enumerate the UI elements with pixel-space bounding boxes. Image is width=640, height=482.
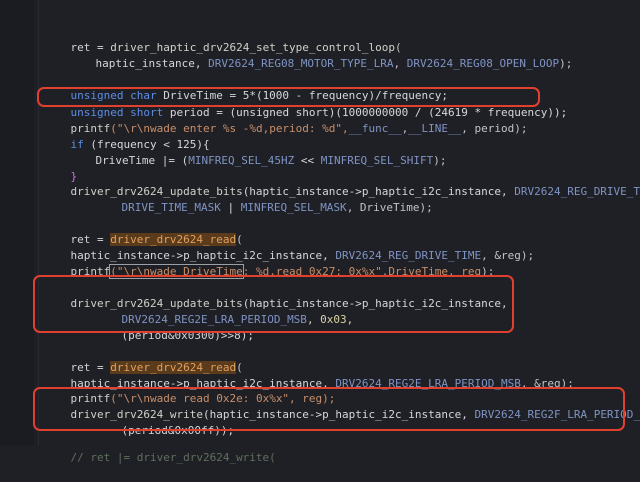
macro-constant: MINFREQ_SEL_MASK xyxy=(240,201,347,214)
string-literal: ("\r\nwade DriveTime xyxy=(109,264,244,279)
macro-constant: MINFREQ_SEL_45HZ xyxy=(188,154,295,167)
code-line-19[interactable]: printf("\r\nwade read 0x2e: 0x%x", reg); xyxy=(44,375,336,405)
number-literal: , 0x03, xyxy=(306,313,354,326)
macro-constant: DRIVE_TIME_MASK xyxy=(121,201,221,214)
token: DriveTime xyxy=(95,154,162,167)
code-line-17[interactable]: ret = driver_drv2624_read( xyxy=(44,344,243,374)
macro-constant: DRV2624_REG2F_LRA_PERIOD_LSB xyxy=(474,408,640,421)
indent-guide xyxy=(38,0,39,445)
token: haptic_instance, xyxy=(95,57,209,70)
code-line-9[interactable]: driver_drv2624_update_bits(haptic_instan… xyxy=(44,168,640,198)
macro-constant: DRV2624_REG08_MOTOR_TYPE_LRA xyxy=(208,57,394,70)
code-line-20[interactable]: driver_drv2624_write(haptic_instance->p_… xyxy=(44,391,640,421)
code-line-5[interactable]: printf("\r\nwade enter %s -%d,period: %d… xyxy=(44,105,528,135)
macro-constant: MINFREQ_SEL_SHIFT xyxy=(320,154,434,167)
token: , xyxy=(393,57,407,70)
code-line-10[interactable]: DRIVE_TIME_MASK | MINFREQ_SEL_MASK, Driv… xyxy=(95,184,433,214)
token: ); xyxy=(433,154,447,167)
code-line-21[interactable]: (period&0x00ff)); xyxy=(95,407,235,437)
code-line-8[interactable]: } xyxy=(44,153,78,183)
macro-constant: __func__ xyxy=(348,122,402,135)
function-name: printf xyxy=(70,265,111,278)
token: ); xyxy=(559,57,573,70)
code-line-14[interactable]: driver_drv2624_update_bits(haptic_instan… xyxy=(44,280,508,310)
string-literal: : %d,read 0x27: 0x%x",DriveTime, reg xyxy=(242,265,482,278)
token: | xyxy=(220,201,241,214)
token: (haptic_instance->p_haptic_i2c_instance, xyxy=(202,408,475,421)
code-line-16[interactable]: (period&0x0300)>>8); xyxy=(95,312,254,342)
token: ); xyxy=(481,265,495,278)
code-line-1[interactable]: ret = driver_haptic_drv2624_set_type_con… xyxy=(44,24,402,54)
macro-constant: __LINE__ xyxy=(408,122,462,135)
token: |= ( xyxy=(161,154,189,167)
code-line-13[interactable]: printf("\r\nwade DriveTime: %d,read 0x27… xyxy=(44,248,494,279)
macro-constant: DRV2624_REG08_OPEN_LOOP xyxy=(406,57,560,70)
code-line-11[interactable]: ret = driver_drv2624_read( xyxy=(44,216,243,246)
code-line-15[interactable]: DRV2624_REG2E_LRA_PERIOD_MSB, 0x03, xyxy=(95,296,354,326)
code-line-6[interactable]: if (frequency < 125){ xyxy=(44,121,210,151)
code-line-22[interactable]: // ret |= driver_drv2624_write( xyxy=(44,434,276,464)
code-line-12[interactable]: haptic_instance->p_haptic_i2c_instance, … xyxy=(44,232,535,262)
macro-constant: DRV2624_REG_DRIVE_TIME xyxy=(514,185,640,198)
code-line-4[interactable]: unsigned short period = (unsigned short)… xyxy=(44,89,568,119)
token: << xyxy=(294,154,321,167)
line-gutter xyxy=(0,0,34,445)
token: , DriveTime); xyxy=(346,201,433,214)
code-line-7[interactable]: DriveTime |= (MINFREQ_SEL_45HZ << MINFRE… xyxy=(69,137,447,167)
token: , &reg); xyxy=(520,377,574,390)
code-line-3[interactable]: unsigned char DriveTime = 5*(1000 - freq… xyxy=(44,72,449,102)
code-editor[interactable]: ret = driver_haptic_drv2624_set_type_con… xyxy=(0,0,640,464)
token: , period); xyxy=(461,122,528,135)
macro-constant: DRV2624_REG2E_LRA_PERIOD_MSB xyxy=(335,377,521,390)
token: (period&0x0300)>>8); xyxy=(121,329,254,342)
code-line-18[interactable]: haptic_instance->p_haptic_i2c_instance, … xyxy=(44,360,574,390)
comment: // ret |= driver_drv2624_write( xyxy=(70,451,276,464)
code-line-2[interactable]: haptic_instance, DRV2624_REG08_MOTOR_TYP… xyxy=(69,40,573,70)
